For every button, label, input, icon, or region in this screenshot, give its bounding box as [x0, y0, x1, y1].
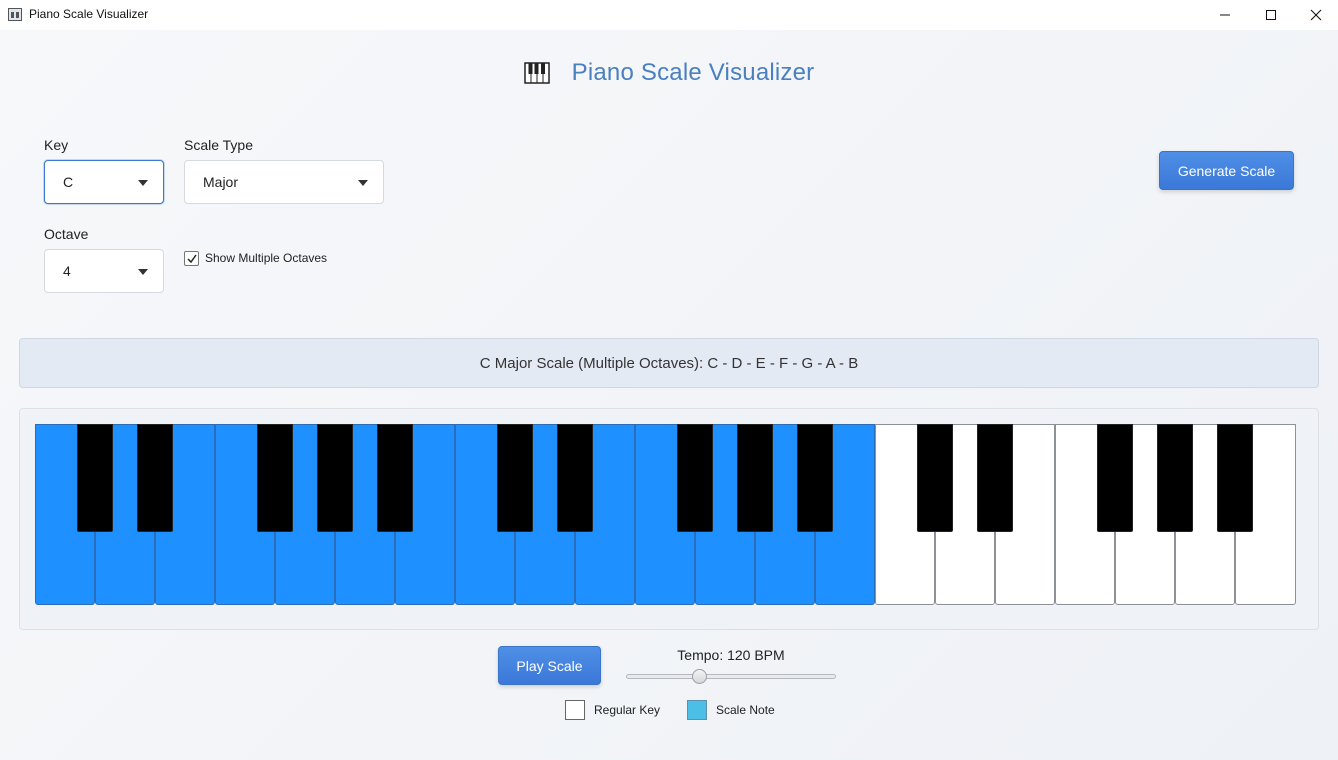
minimize-button[interactable] [1202, 0, 1248, 30]
black-key-c-sharp[interactable] [497, 424, 533, 532]
checkmark-icon [187, 254, 197, 264]
key-select-value: C [63, 174, 74, 190]
maximize-button[interactable] [1248, 0, 1294, 30]
black-key-g-sharp[interactable] [317, 424, 353, 532]
scale-type-label: Scale Type [184, 137, 254, 153]
app-header: Piano Scale Visualizer [0, 55, 1338, 91]
tempo-slider-thumb[interactable] [692, 669, 707, 684]
black-key-c-sharp[interactable] [77, 424, 113, 532]
legend-regular-swatch [565, 700, 585, 720]
play-scale-button[interactable]: Play Scale [498, 646, 601, 685]
scale-info-text: C Major Scale (Multiple Octaves): C - D … [479, 354, 859, 372]
octave-label: Octave [44, 226, 89, 242]
black-key-g-sharp[interactable] [737, 424, 773, 532]
close-icon [1310, 9, 1322, 21]
black-key-a-sharp[interactable] [1217, 424, 1253, 532]
show-multiple-octaves-checkbox[interactable] [184, 251, 199, 266]
octave-select[interactable]: 4 [44, 249, 164, 293]
black-key-d-sharp[interactable] [137, 424, 173, 532]
minimize-icon [1220, 14, 1230, 16]
legend-scale-label: Scale Note [716, 703, 775, 717]
chevron-down-icon [138, 269, 148, 275]
black-key-f-sharp[interactable] [1097, 424, 1133, 532]
app-title: Piano Scale Visualizer [571, 59, 815, 86]
key-label: Key [44, 137, 69, 153]
maximize-icon [1266, 10, 1276, 20]
black-key-d-sharp[interactable] [557, 424, 593, 532]
tempo-slider-track[interactable] [626, 674, 836, 679]
black-key-d-sharp[interactable] [977, 424, 1013, 532]
piano-keys-icon [523, 62, 550, 84]
scale-type-select-value: Major [203, 174, 239, 190]
legend-scale-swatch [687, 700, 707, 720]
app-window-icon [8, 8, 22, 21]
black-key-c-sharp[interactable] [917, 424, 953, 532]
scale-info-banner: C Major Scale (Multiple Octaves): C - D … [19, 338, 1319, 388]
close-button[interactable] [1293, 0, 1338, 30]
black-key-g-sharp[interactable] [1157, 424, 1193, 532]
tempo-label: Tempo: 120 BPM [677, 647, 785, 663]
chevron-down-icon [358, 180, 368, 186]
black-key-a-sharp[interactable] [377, 424, 413, 532]
generate-scale-button[interactable]: Generate Scale [1159, 151, 1294, 190]
show-multiple-octaves-label[interactable]: Show Multiple Octaves [205, 251, 327, 265]
piano-keyboard [35, 424, 1296, 605]
title-bar: Piano Scale Visualizer [0, 0, 1338, 30]
legend-regular-label: Regular Key [594, 703, 661, 717]
black-key-a-sharp[interactable] [797, 424, 833, 532]
black-key-f-sharp[interactable] [677, 424, 713, 532]
scale-type-select[interactable]: Major [184, 160, 384, 204]
window-title: Piano Scale Visualizer [29, 7, 149, 21]
black-key-f-sharp[interactable] [257, 424, 293, 532]
octave-select-value: 4 [63, 263, 71, 279]
chevron-down-icon [138, 180, 148, 186]
key-select[interactable]: C [44, 160, 164, 204]
